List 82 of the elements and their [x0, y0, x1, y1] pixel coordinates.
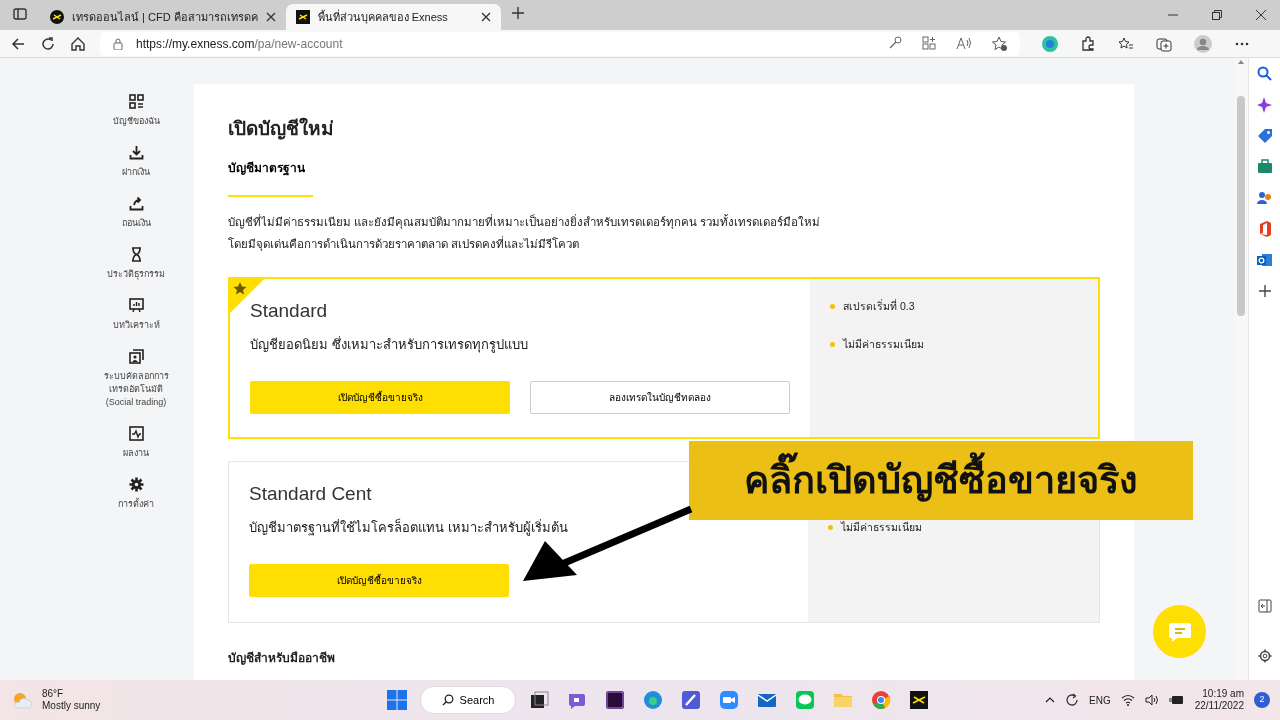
feature-text: ไม่มีค่าธรรมเนียม	[843, 336, 924, 352]
taskbar-search[interactable]: Search	[420, 686, 516, 714]
open-real-account-button[interactable]: เปิดบัญชีซื้อขายจริง	[250, 380, 510, 414]
add-icon[interactable]	[1256, 283, 1273, 299]
clock-time[interactable]: 10:19 am	[1194, 687, 1244, 700]
nav-item[interactable]: ฝากเงิน	[122, 145, 150, 180]
sync-icon[interactable]	[1065, 693, 1079, 707]
read-aloud-icon[interactable]	[956, 35, 972, 50]
chart-board-icon	[128, 298, 144, 314]
profile-avatar-icon[interactable]	[1194, 34, 1212, 53]
tab-actions-icon[interactable]	[12, 5, 28, 22]
download-icon	[128, 145, 144, 161]
mail-app-icon[interactable]	[1256, 252, 1273, 268]
close-icon[interactable]	[480, 12, 491, 22]
chat-icon	[1167, 620, 1192, 643]
account-summary: บัญชียอดนิยม ซึ่งเหมาะสำหรับการเทรดทุกรูปแบบ	[250, 335, 529, 355]
search-icon[interactable]	[1256, 66, 1273, 82]
settings-icon	[128, 477, 144, 493]
copy-icon	[128, 349, 144, 365]
clock-date[interactable]: 22/11/2022	[1194, 700, 1244, 713]
nav-item[interactable]: ระบบคัดลอกการ เทรดอัตโนมัติ (Social trading)	[103, 349, 169, 410]
feature-text: สเปรดเริ่มที่ 0.3	[843, 298, 915, 314]
refresh-icon[interactable]	[40, 35, 56, 52]
demo-account-button[interactable]: ลองเทรดในบัญชีทดลอง	[530, 380, 790, 414]
nav-item[interactable]: ถอนเงิน	[121, 196, 151, 231]
language-indicator[interactable]: ENG	[1089, 692, 1111, 708]
chevron-up-icon[interactable]	[1045, 695, 1055, 705]
close-icon[interactable]	[265, 12, 276, 22]
new-tab-icon[interactable]	[510, 5, 525, 20]
weather-text: Mostly sunny	[42, 700, 101, 712]
extension-badge-icon[interactable]	[1042, 35, 1058, 52]
back-icon[interactable]	[10, 35, 26, 52]
bullet-icon	[828, 525, 833, 531]
settings-icon[interactable]	[1257, 649, 1272, 663]
dashboard-icon	[128, 94, 144, 109]
key-icon[interactable]	[888, 35, 902, 50]
nav-item[interactable]: ประวัติธุรกรรม	[107, 247, 165, 282]
tag-icon[interactable]	[1256, 128, 1273, 144]
volume-icon[interactable]	[1144, 694, 1159, 706]
feature-text: ไม่มีค่าธรรมเนียม	[841, 519, 922, 535]
browser-tab[interactable]: เทรดออนไลน์ | CFD คือสามารถเทรดค	[40, 4, 286, 30]
scrollbar[interactable]	[1234, 58, 1248, 680]
wifi-icon[interactable]	[1120, 694, 1135, 706]
logo-icon	[295, 10, 310, 24]
pulse-chart-icon	[128, 426, 144, 442]
account-name: Standard	[250, 298, 329, 323]
home-icon[interactable]	[70, 35, 86, 52]
search-icon	[441, 694, 454, 706]
section-heading: บัญชีสำหรับมืออาชีพ	[228, 649, 336, 667]
bullet-icon	[830, 341, 835, 347]
section-tab[interactable]: บัญชีมาตรฐาน	[228, 158, 313, 197]
briefcase-icon[interactable]	[1256, 159, 1273, 175]
open-real-account-button[interactable]: เปิดบัญชีซื้อขายจริง	[249, 563, 509, 597]
nav-item[interactable]: บัญชีของฉัน	[112, 94, 160, 129]
upload-icon	[128, 196, 144, 212]
sidebar-toggle-icon[interactable]	[1257, 599, 1272, 613]
close-icon[interactable]	[1256, 10, 1266, 20]
nav-item[interactable]: การตั้งค่า	[118, 477, 154, 512]
lock-icon	[112, 37, 124, 50]
nav-item[interactable]: ผลงาน	[123, 426, 149, 461]
apps-icon[interactable]	[922, 35, 936, 50]
battery-icon[interactable]	[1168, 694, 1185, 706]
restore-icon[interactable]	[1212, 10, 1222, 20]
people-icon[interactable]	[1256, 190, 1273, 206]
bullet-icon	[830, 304, 835, 310]
notification-badge[interactable]: 2	[1254, 692, 1270, 708]
page-title: เปิดบัญชีใหม่	[228, 118, 335, 141]
logo-icon	[50, 10, 64, 24]
account-summary: บัญชีมาตรฐานที่ใช้ไมโครล็อตแทน เหมาะสำหรับผู้เริ่มต้น	[249, 518, 569, 538]
favorites-icon[interactable]	[1118, 35, 1134, 52]
account-name: Standard Cent	[249, 481, 373, 506]
description: บัญชีที่ไม่มีค่าธรรมเนียม และยังมีคุณสมบัติมากมายที่เหมาะเป็นอย่างยิ่งสำหรับเทรดเดอร์ทุกคน รวมทั้งเทรดเดอร์มือใหม่ โดยมีจุดเด่นคือการดำเนินการด้วยราคาตลาด สเปรดคงที่และไม่มีรีโควต	[228, 213, 822, 253]
favorite-add-icon[interactable]	[992, 35, 1008, 52]
temperature-text: 86°F	[42, 688, 65, 700]
sparkle-icon[interactable]	[1256, 97, 1273, 113]
collections-icon[interactable]	[1156, 35, 1172, 52]
nav-item[interactable]: บทวิเคราะห์	[112, 298, 160, 333]
browser-tab[interactable]: พื้นที่ส่วนบุคคลของ Exness	[285, 4, 501, 30]
puzzle-icon[interactable]	[1080, 35, 1096, 52]
scrollbar-thumb[interactable]	[1237, 96, 1245, 316]
address-bar[interactable]: https://my.exness.com/pa/new-account	[100, 31, 1020, 56]
callout-banner: คลิ๊กเปิดบัญชีซื้อขายจริง	[689, 441, 1193, 520]
